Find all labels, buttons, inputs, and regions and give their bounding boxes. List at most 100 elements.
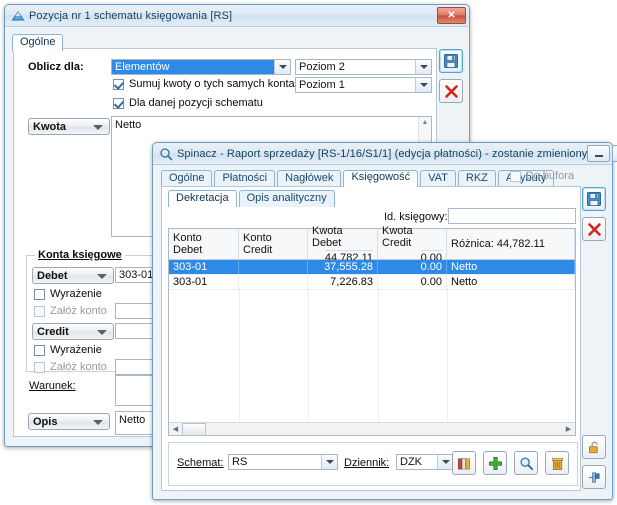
close-icon: ✕ [447,9,456,21]
tab-ogolne-label: Ogólne [20,36,56,48]
cell-kwota-debet: 37,555.28 [308,260,378,274]
window2-titlebar[interactable]: Spinacz - Raport sprzedaży [RS-1/16/S1/1… [153,143,617,165]
chevron-down-icon[interactable] [321,455,337,469]
scroll-right-icon[interactable]: ▶ [562,425,575,433]
checkbox-icon[interactable] [113,97,124,109]
journals-button[interactable] [452,451,476,475]
opis-label: Opis [33,415,58,428]
col-title: Kwota Credit [382,224,413,249]
checkbox-icon[interactable] [34,305,45,317]
checkbox-icon[interactable] [34,344,45,356]
scroll-thumb[interactable] [182,422,206,436]
pin-icon [588,471,600,483]
poziom1-combo[interactable]: Poziom 1 [295,77,432,93]
grid-col-roznica[interactable]: Różnica: 44,782.11 [447,229,575,259]
cell-konto-credit [239,260,308,274]
chevron-down-icon[interactable] [415,78,431,92]
schemat-value: RS [232,456,248,468]
kwota-value: Netto [115,119,142,131]
delete-button[interactable] [545,451,569,475]
scroll-left-icon[interactable]: ◀ [169,425,182,433]
kwota-dropdown-button[interactable]: Kwota [28,118,110,135]
chevron-down-icon[interactable] [274,60,290,74]
cell-konto-debet: 303-01 [169,275,239,289]
checkbox-zaloz-konto-credit[interactable]: Załóż konto [34,361,107,373]
chevron-down-icon[interactable] [415,60,431,74]
tab-naglowek[interactable]: Nagłówek [277,170,342,187]
zaloz-konto-credit-label: Załóż konto [50,361,107,373]
chevron-down-icon [93,125,103,130]
preview-button[interactable] [514,451,538,475]
tab-ksiegowosc[interactable]: Księgowość [343,170,419,187]
schemat-combo[interactable]: RS [228,454,338,470]
window2-maximize-button[interactable] [612,145,617,162]
debet-dropdown-button[interactable]: Debet [32,267,114,284]
tab-platnosci[interactable]: Płatności [214,170,276,187]
cell-kwota-debet: 7,226.83 [308,275,378,289]
window1-close-button[interactable]: ✕ [437,7,466,24]
id-ksiegowy-label: Id. księgowy: [384,211,448,223]
green-plus-icon [488,456,502,470]
checkbox-zaloz-konto-debet[interactable]: Załóż konto [34,305,107,317]
dekretacja-grid[interactable]: Konto Debet Konto Credit Kwota Debet 44,… [168,225,576,436]
grid-col-konto-debet[interactable]: Konto Debet [169,229,239,259]
window1-side-toolbar [439,49,463,103]
tab-ogolne[interactable]: Ogólne [12,34,64,51]
window2-cancel-button[interactable] [582,217,606,241]
trash-icon [551,457,563,470]
window1-title: Pozycja nr 1 schematu księgowania [RS] [29,9,233,22]
poziom1-value: Poziom 1 [299,79,345,91]
pin-button[interactable] [582,465,606,489]
credit-dropdown-button[interactable]: Credit [32,323,114,340]
window1-titlebar[interactable]: Pozycja nr 1 schematu księgowania [RS] ✕ [5,5,469,27]
checkbox-wyrazenie-debet[interactable]: Wyrażenie [34,288,102,300]
tab-label: Ogólne [169,172,205,184]
grid-col-kwota-debet[interactable]: Kwota Debet 44,782.11 [308,225,378,264]
tab-ogolne[interactable]: Ogólne [161,170,213,187]
grid-horizontal-scrollbar[interactable]: ◀ ▶ [169,422,575,436]
floppy-disk-icon [587,192,601,206]
grid-header: Konto Debet Konto Credit Kwota Debet 44,… [169,225,575,264]
subtab-dekretacja[interactable]: Dekretacja [168,190,237,207]
window1-save-button[interactable] [439,49,463,73]
id-ksiegowy-input[interactable] [448,208,576,224]
subtab-label: Dekretacja [176,192,229,204]
checkbox-icon[interactable] [113,78,124,90]
cell-opis: Netto [447,275,575,289]
dziennik-label: Dziennik: [344,457,390,469]
checkbox-icon[interactable] [509,170,521,182]
table-row[interactable]: 303-01 37,555.28 0.00 Netto [169,260,575,275]
red-x-icon [444,84,458,98]
oblicz-dla-label: Oblicz dla: [28,61,84,73]
window1-titlebar-buttons: ✕ [437,7,466,24]
floppy-disk-icon [444,54,458,68]
add-button[interactable] [483,451,507,475]
checkbox-icon[interactable] [34,361,45,373]
checkbox-icon[interactable] [34,288,45,300]
grid-col-konto-credit[interactable]: Konto Credit [239,229,308,259]
oblicz-dla-combo[interactable]: Elementów [111,59,291,75]
tab-label: Płatności [222,172,268,184]
do-bufora-label: Do bufora [525,170,574,182]
checkbox-sumuj[interactable]: Sumuj kwoty o tych samych kontach [113,78,306,90]
checkbox-wyrazenie-credit[interactable]: Wyrażenie [34,344,102,356]
checkbox-do-bufora[interactable]: Do bufora [509,170,574,182]
window2-minimize-button[interactable] [587,145,611,162]
window1-cancel-button[interactable] [439,79,463,103]
dziennik-combo[interactable]: DZK [396,454,454,470]
subtab-opis-analityczny[interactable]: Opis analityczny [238,190,335,207]
opis-dropdown-button[interactable]: Opis [28,413,110,430]
konta-ksiegowe-legend: Konta księgowe [38,249,122,261]
schemat-label: Schemat: [177,457,224,469]
chevron-down-icon[interactable] [437,455,453,469]
poziom2-value: Poziom 2 [299,61,345,73]
unlock-button[interactable] [582,435,606,459]
window2-body: Dekretacja Opis analityczny Id. księgowy… [161,186,581,491]
poziom2-combo[interactable]: Poziom 2 [295,59,432,75]
tab-rkz[interactable]: RKZ [457,170,496,187]
window2-save-button[interactable] [582,187,606,211]
cell-kwota-credit: 0.00 [378,275,447,289]
checkbox-dla-danej-pozycji[interactable]: Dla danej pozycji schematu [113,97,263,109]
grid-col-kwota-credit[interactable]: Kwota Credit 0.00 [378,225,447,264]
tab-vat[interactable]: VAT [420,170,456,187]
